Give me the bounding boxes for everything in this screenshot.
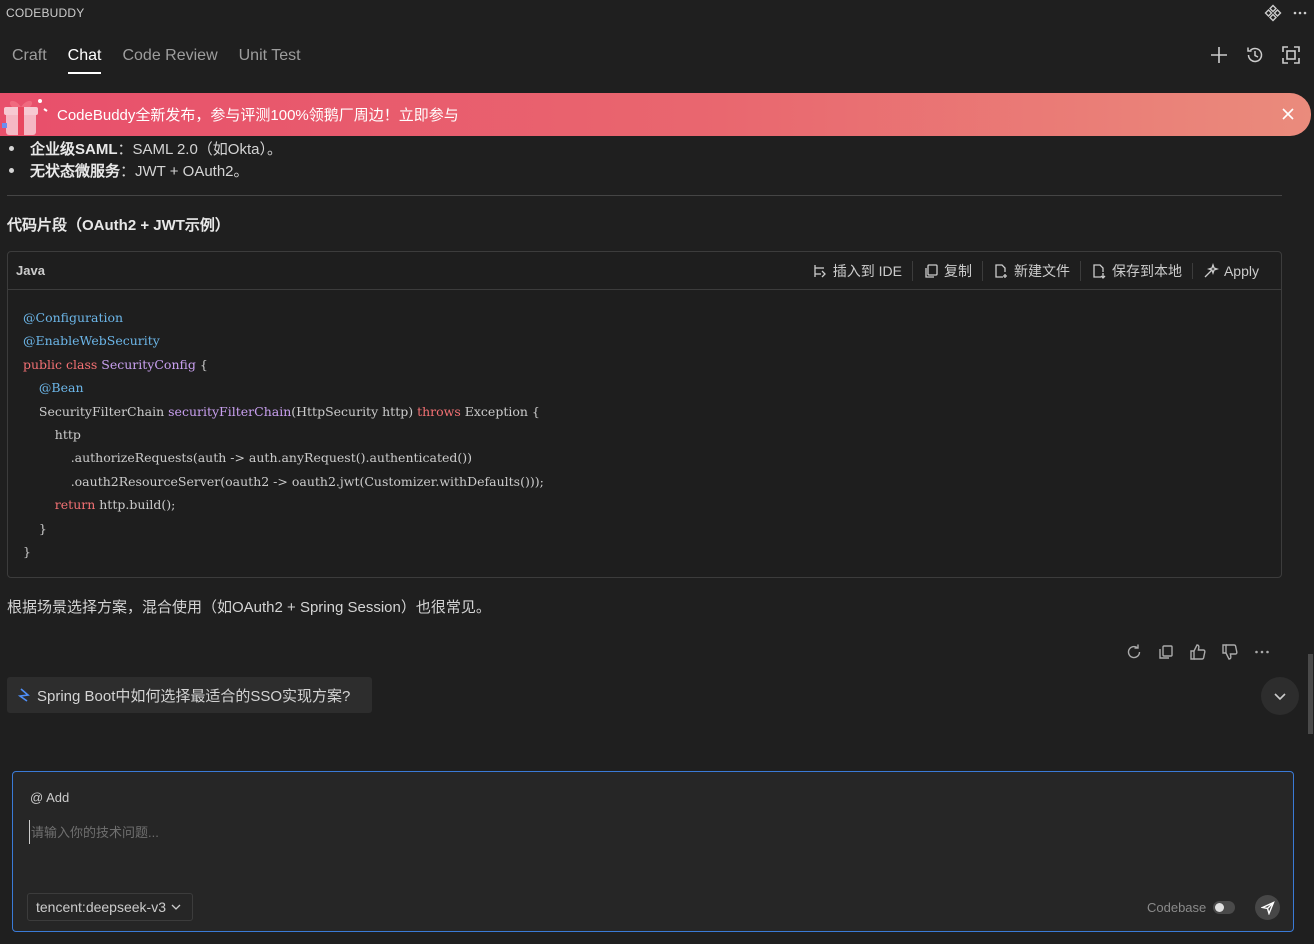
codebase-toggle[interactable]	[1213, 901, 1236, 914]
new-chat-icon[interactable]	[1208, 44, 1230, 66]
code-class-name: SecurityConfig	[101, 356, 196, 372]
add-context-button[interactable]: @ Add	[30, 790, 69, 805]
scrollbar-thumb[interactable]	[1308, 654, 1313, 734]
chat-input[interactable]	[29, 820, 1269, 844]
tab-craft[interactable]: Craft	[12, 36, 47, 76]
code-text: (HttpSecurity http)	[291, 403, 418, 419]
more-icon[interactable]	[1292, 5, 1308, 21]
model-select[interactable]: tencent:deepseek-v3	[27, 893, 193, 921]
thumbs-up-icon[interactable]	[1188, 642, 1208, 662]
copy-code-button[interactable]: 复制	[911, 260, 982, 281]
tab-actions	[1208, 44, 1302, 66]
history-icon[interactable]	[1244, 44, 1266, 66]
codebase-toggle-group: Codebase	[1147, 900, 1236, 915]
expand-icon[interactable]	[1280, 44, 1302, 66]
codebuddy-logo-icon[interactable]	[1264, 4, 1282, 22]
code-content: @Configuration @EnableWebSecurity public…	[8, 290, 1281, 579]
sparkle-icon	[1204, 262, 1219, 277]
suggestion-icon	[17, 688, 30, 702]
model-select-value: tencent:deepseek-v3	[36, 899, 166, 915]
save-local-label: 保存到本地	[1111, 262, 1182, 279]
promo-banner[interactable]: CodeBuddy全新发布，参与评测100%领鹅厂周边！立即参与	[0, 93, 1311, 136]
title-bar-actions	[1264, 4, 1308, 22]
insert-icon	[814, 264, 826, 277]
code-text: {	[195, 356, 208, 372]
summary-text: 根据场景选择方案，混合使用（如OAuth2 + Spring Session）也…	[7, 599, 491, 616]
more-icon[interactable]	[1252, 642, 1272, 662]
chevron-down-icon	[171, 904, 181, 910]
list-item: 无状态微服务 ：JWT + OAuth2。	[7, 160, 249, 181]
code-line: http	[54, 427, 81, 443]
code-line: @EnableWebSecurity	[23, 333, 160, 349]
insert-to-ide-label: 插入到 IDE	[832, 262, 902, 279]
new-file-button[interactable]: 新建文件	[981, 260, 1080, 281]
app-title: CODEBUDDY	[6, 6, 85, 20]
send-button[interactable]	[1255, 895, 1280, 920]
code-keyword: throws	[417, 403, 461, 419]
tab-chat[interactable]: Chat	[67, 36, 101, 76]
bullet-dot	[9, 168, 14, 173]
list-item-text: ：SAML 2.0（如Okta）。	[117, 141, 283, 158]
chat-messages: 企业级SAML ：SAML 2.0（如Okta）。 无状态微服务 ：JWT + OA…	[0, 136, 1306, 756]
code-line: .authorizeRequests(auth -> auth.anyReque…	[70, 450, 473, 466]
insert-to-ide-button[interactable]: 插入到 IDE	[802, 261, 912, 281]
chevron-down-icon	[1274, 693, 1286, 701]
bullet-dot	[9, 146, 14, 151]
copy-icon[interactable]	[1156, 642, 1176, 662]
code-line: @Configuration	[23, 310, 124, 325]
code-text: Exception {	[460, 403, 540, 419]
code-line: @Bean	[38, 380, 84, 396]
divider	[7, 195, 1282, 196]
code-keyword: return	[54, 497, 96, 513]
codebase-label: Codebase	[1147, 900, 1207, 915]
message-actions	[1124, 642, 1272, 662]
list-item-bold: 无状态微服务	[30, 163, 121, 180]
send-icon	[1260, 900, 1275, 915]
code-actions: 插入到 IDE 复制 新建文件 保存到本地 Apply	[802, 260, 1269, 281]
code-line: .oauth2ResourceServer(oauth2 -> oauth2.j…	[70, 473, 544, 489]
code-keyword: public class	[23, 356, 98, 372]
code-line: }	[23, 544, 31, 560]
code-text: SecurityFilterChain	[38, 403, 169, 419]
regenerate-icon[interactable]	[1124, 642, 1144, 662]
scrollbar[interactable]	[1308, 146, 1314, 734]
code-line: }	[38, 520, 47, 536]
suggested-question[interactable]: Spring Boot中如何选择最适合的SSO实现方案?	[7, 677, 373, 713]
save-local-button[interactable]: 保存到本地	[1079, 260, 1192, 281]
new-file-icon	[995, 263, 1007, 278]
close-icon[interactable]	[1279, 105, 1297, 123]
list-item: 企业级SAML ：SAML 2.0（如Okta）。	[7, 138, 282, 159]
list-item-bold: 企业级SAML	[30, 141, 118, 158]
section-title: 代码片段（OAuth2 + JWT示例）	[7, 217, 230, 234]
code-text: http.build();	[95, 497, 176, 513]
tab-code-review[interactable]: Code Review	[122, 36, 217, 76]
apply-button[interactable]: Apply	[1191, 262, 1269, 279]
main-tabs: Craft Chat Code Review Unit Test	[0, 36, 1314, 76]
code-block-header: Java 插入到 IDE 复制 新建文件 保存到本地 Apply	[8, 252, 1281, 290]
title-bar: CODEBUDDY	[0, 0, 1314, 26]
code-block: Java 插入到 IDE 复制 新建文件 保存到本地 Apply @Config…	[7, 251, 1282, 578]
chat-input-box: @ Add tencent:deepseek-v3 Codebase	[12, 771, 1294, 932]
save-file-icon	[1093, 263, 1106, 279]
copy-code-label: 复制	[943, 262, 972, 279]
list-item-text: ：JWT + OAuth2。	[120, 163, 249, 180]
new-file-label: 新建文件	[1013, 262, 1070, 279]
code-function: securityFilterChain	[168, 403, 292, 419]
apply-label: Apply	[1223, 262, 1259, 279]
suggested-question-label: Spring Boot中如何选择最适合的SSO实现方案?	[37, 687, 351, 705]
gift-icon	[0, 93, 48, 136]
code-language: Java	[16, 263, 45, 278]
thumbs-down-icon[interactable]	[1220, 642, 1240, 662]
copy-icon	[925, 263, 938, 278]
tab-unit-test[interactable]: Unit Test	[239, 36, 301, 76]
scroll-to-bottom-button[interactable]	[1261, 677, 1299, 715]
promo-banner-text: CodeBuddy全新发布，参与评测100%领鹅厂周边！立即参与	[57, 107, 459, 124]
